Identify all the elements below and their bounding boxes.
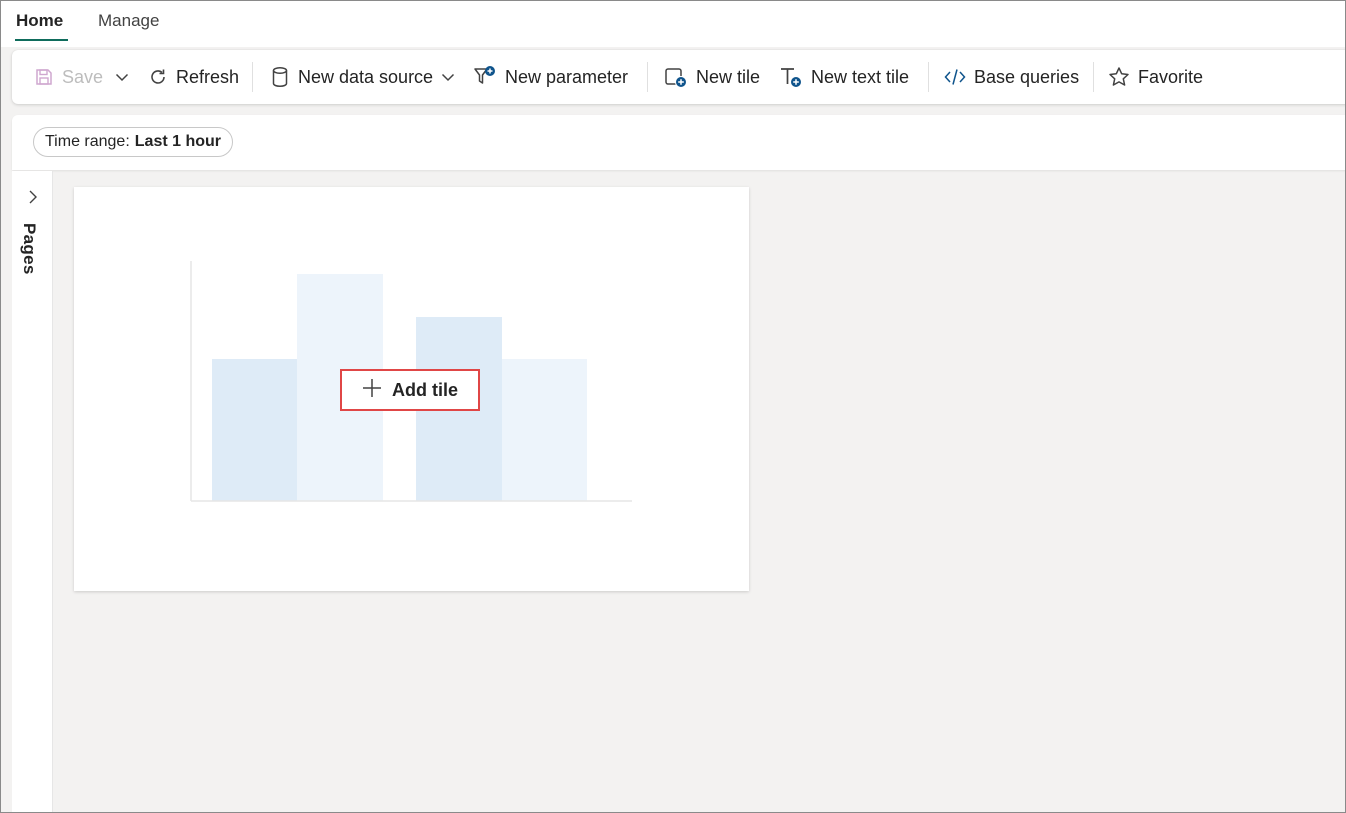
tab-manage[interactable]: Manage (98, 11, 159, 31)
new-data-source-button[interactable]: New data source (270, 50, 456, 104)
star-icon (1108, 66, 1130, 88)
toolbar-separator (647, 62, 648, 92)
new-data-source-label: New data source (298, 66, 434, 87)
new-tile-label: New tile (696, 66, 761, 87)
filter-bar: Time range: Last 1 hour (12, 115, 1345, 170)
app-frame: Home Manage Save Refresh New data source… (0, 0, 1346, 813)
tab-home-underline (15, 39, 68, 41)
text-add-icon (779, 65, 803, 89)
save-button[interactable]: Save (34, 50, 103, 104)
refresh-icon (148, 67, 168, 87)
time-range-value: Last 1 hour (134, 133, 222, 150)
refresh-button[interactable]: Refresh (148, 50, 239, 104)
toolbar: Save Refresh New data source New paramet… (12, 50, 1345, 104)
new-parameter-label: New parameter (505, 66, 629, 87)
toolbar-separator (928, 62, 929, 92)
new-tile-button[interactable]: New tile (664, 50, 760, 104)
time-range-filter[interactable]: Time range: Last 1 hour (33, 127, 234, 157)
base-queries-label: Base queries (974, 66, 1080, 87)
chevron-down-icon (440, 69, 456, 85)
save-label: Save (62, 66, 104, 87)
save-dropdown-button[interactable] (114, 50, 130, 104)
chevron-down-icon (114, 69, 130, 85)
placeholder-bar (212, 359, 297, 501)
refresh-label: Refresh (176, 66, 240, 87)
time-range-label: Time range: (45, 133, 130, 150)
new-parameter-button[interactable]: New parameter (473, 50, 628, 104)
save-icon (34, 67, 54, 87)
add-tile-button[interactable]: Add tile (340, 369, 480, 411)
pages-label[interactable]: Pages (19, 223, 39, 275)
chevron-right-icon[interactable] (27, 189, 39, 210)
filter-add-icon (473, 65, 497, 89)
code-icon (944, 67, 966, 87)
new-text-tile-label: New text tile (811, 66, 910, 87)
toolbar-separator (1093, 62, 1094, 92)
favorite-button[interactable]: Favorite (1108, 50, 1203, 104)
pages-panel: Pages (12, 171, 53, 812)
add-tile-label: Add tile (392, 379, 458, 400)
ribbon-tabs: Home Manage (1, 1, 1345, 47)
tab-home[interactable]: Home (16, 11, 63, 31)
plus-icon (362, 378, 382, 403)
new-text-tile-button[interactable]: New text tile (779, 50, 909, 104)
tile-add-icon (664, 65, 688, 89)
placeholder-bar (502, 359, 587, 501)
base-queries-button[interactable]: Base queries (944, 50, 1079, 104)
toolbar-separator (252, 62, 253, 92)
database-icon (270, 66, 290, 88)
favorite-label: Favorite (1138, 66, 1204, 87)
